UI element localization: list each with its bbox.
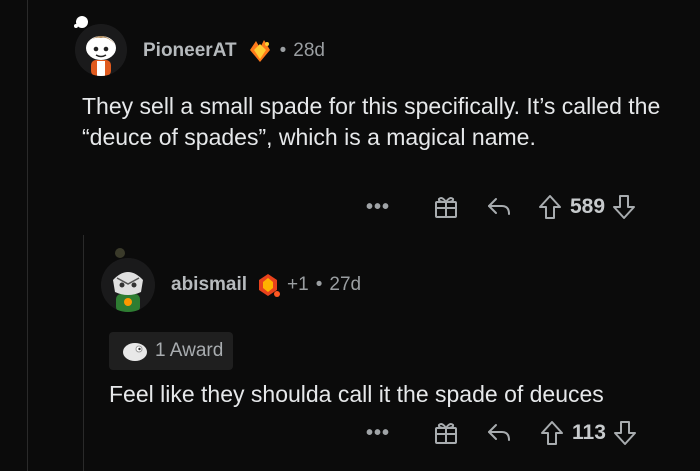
comment-age: 28d bbox=[293, 40, 325, 61]
snoo-avatar-icon bbox=[75, 24, 127, 76]
comment-header: abismail +1 • 27d bbox=[171, 272, 361, 298]
comment-body: They sell a small spade for this specifi… bbox=[82, 93, 661, 150]
reply-icon[interactable] bbox=[484, 422, 514, 444]
comment-actions: ••• 113 bbox=[366, 418, 638, 448]
separator: • bbox=[315, 274, 323, 295]
vote-count: 589 bbox=[570, 195, 606, 218]
username[interactable]: abismail bbox=[171, 274, 247, 296]
award-count: +1 bbox=[287, 274, 309, 295]
award-label: 1 Award bbox=[155, 340, 224, 361]
thread-line bbox=[27, 0, 28, 471]
more-options-button[interactable]: ••• bbox=[366, 422, 390, 445]
upvote-icon[interactable] bbox=[536, 194, 564, 220]
comment-header: PioneerAT • 28d bbox=[143, 38, 325, 64]
gift-icon[interactable] bbox=[432, 194, 460, 220]
separator: • bbox=[279, 40, 287, 61]
downvote-icon[interactable] bbox=[611, 194, 637, 220]
avatar[interactable] bbox=[101, 258, 155, 312]
award-badge[interactable]: 1 Award bbox=[109, 332, 234, 370]
upvote-icon[interactable] bbox=[538, 420, 566, 446]
avatar[interactable] bbox=[75, 24, 127, 76]
award-icon bbox=[123, 343, 147, 361]
reply-thread-line bbox=[83, 235, 84, 471]
downvote-icon[interactable] bbox=[612, 420, 638, 446]
crystal-badge-icon[interactable] bbox=[247, 38, 273, 64]
snoo-avatar-icon bbox=[101, 258, 155, 312]
crystal-badge-icon[interactable] bbox=[255, 272, 281, 298]
reply-icon[interactable] bbox=[484, 196, 514, 218]
avatar-accent-icon bbox=[115, 248, 125, 258]
comment-age: 27d bbox=[329, 274, 362, 295]
vote-count: 113 bbox=[572, 421, 606, 444]
gift-icon[interactable] bbox=[432, 420, 460, 446]
more-options-button[interactable]: ••• bbox=[366, 196, 390, 219]
comment-body: Feel like they shoulda call it the spade… bbox=[109, 381, 604, 407]
username[interactable]: PioneerAT bbox=[143, 40, 237, 62]
avatar-accent-icon bbox=[74, 16, 88, 28]
comment-actions: ••• 589 bbox=[366, 192, 637, 222]
